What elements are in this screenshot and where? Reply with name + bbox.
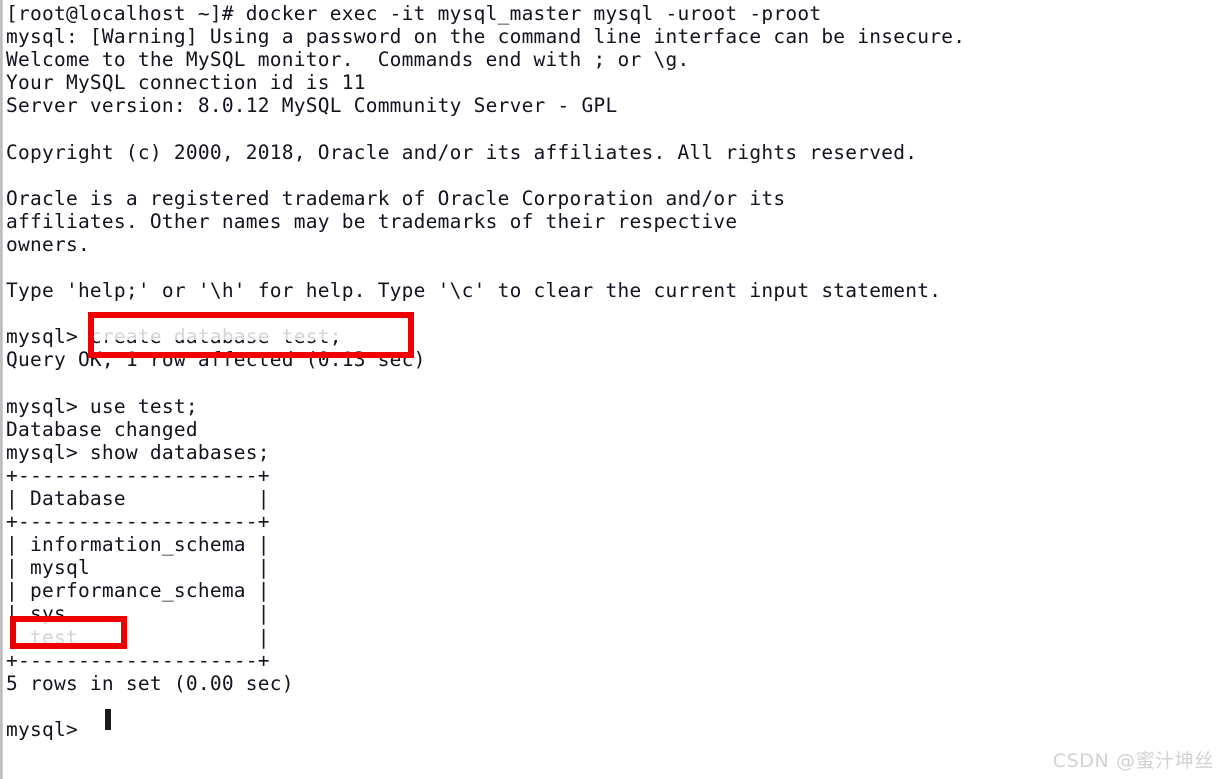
terminal-window[interactable]: [root@localhost ~]# docker exec -it mysq…: [0, 0, 1226, 779]
window-left-edge: [0, 0, 3, 779]
terminal-cursor: [105, 709, 111, 730]
csdn-watermark: CSDN @蜜汁坤丝: [1052, 750, 1214, 772]
terminal-output[interactable]: [root@localhost ~]# docker exec -it mysq…: [6, 2, 1220, 741]
